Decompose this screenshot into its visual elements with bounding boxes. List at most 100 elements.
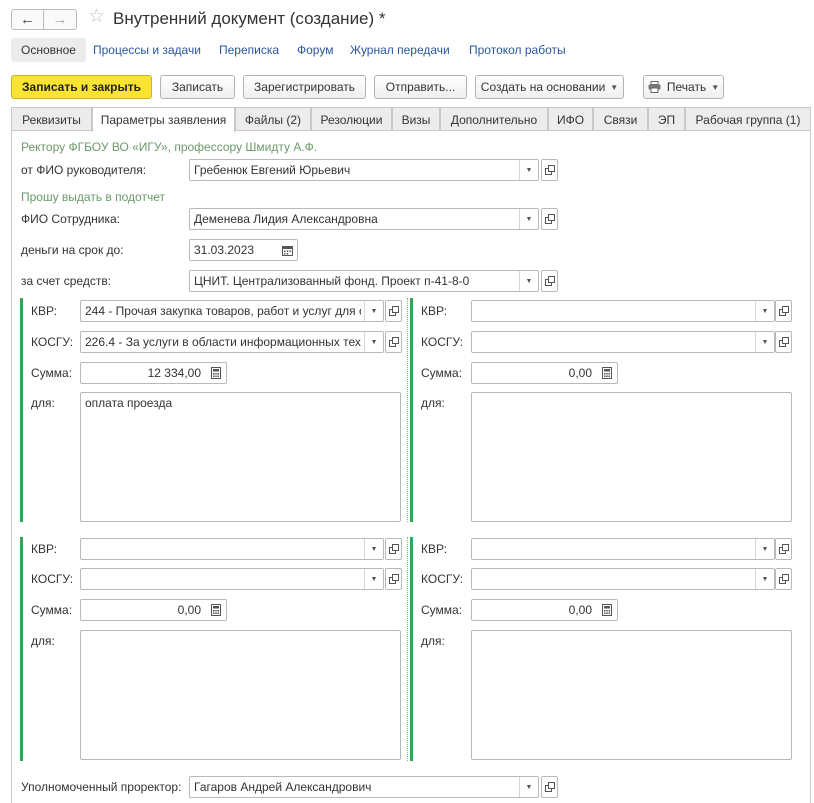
sum-value: 12 334,00 bbox=[147, 366, 201, 380]
dropdown-arrow-icon[interactable]: ▼ bbox=[364, 569, 383, 589]
favorite-star-icon[interactable]: ☆ bbox=[88, 7, 105, 26]
tab-work-group[interactable]: Рабочая группа (1) bbox=[685, 107, 811, 131]
open-kosgu-button[interactable] bbox=[775, 568, 792, 590]
from-value: Гребенюк Евгений Юрьевич bbox=[194, 163, 351, 177]
kosgu-label: КОСГУ: bbox=[421, 335, 464, 349]
for-label: для: bbox=[421, 634, 445, 648]
calculator-icon[interactable] bbox=[206, 363, 226, 383]
save-button[interactable]: Записать bbox=[160, 75, 235, 99]
open-window-icon bbox=[388, 574, 399, 584]
purpose-textarea[interactable] bbox=[471, 392, 792, 522]
dropdown-arrow-icon[interactable]: ▼ bbox=[755, 301, 774, 321]
section-link-forum[interactable]: Форум bbox=[297, 43, 333, 57]
open-kvr-button[interactable] bbox=[385, 300, 402, 322]
sum-value: 0,00 bbox=[177, 603, 201, 617]
open-kosgu-button[interactable] bbox=[385, 568, 402, 590]
section-link-correspondence[interactable]: Переписка bbox=[219, 43, 279, 57]
kosgu-label: КОСГУ: bbox=[31, 572, 74, 586]
for-label: для: bbox=[421, 396, 445, 410]
sum-field[interactable]: 0,00 bbox=[471, 362, 618, 384]
kvr-field[interactable]: ▼ bbox=[471, 538, 775, 560]
calculator-icon[interactable] bbox=[206, 600, 226, 620]
kvr-field[interactable]: ▼ bbox=[80, 538, 384, 560]
open-window-icon bbox=[778, 544, 789, 554]
section-link-processes[interactable]: Процессы и задачи bbox=[93, 43, 201, 57]
prorector-label: Уполномоченный проректор: bbox=[21, 780, 182, 794]
kvr-field[interactable]: ▼ bbox=[471, 300, 775, 322]
kosgu-field[interactable]: 226.4 - За услуги в области информационн… bbox=[80, 331, 384, 353]
open-kosgu-button[interactable] bbox=[385, 331, 402, 353]
for-label: для: bbox=[31, 396, 55, 410]
tab-request-parameters[interactable]: Параметры заявления bbox=[92, 107, 235, 132]
register-button[interactable]: Зарегистрировать bbox=[243, 75, 366, 99]
employee-field[interactable]: Деменева Лидия Александровна ▼ bbox=[189, 208, 539, 230]
section-main[interactable]: Основное bbox=[11, 38, 86, 62]
term-date-field[interactable]: 31.03.2023 bbox=[189, 239, 298, 261]
dropdown-arrow-icon[interactable]: ▼ bbox=[364, 332, 383, 352]
save-and-close-button[interactable]: Записать и закрыть bbox=[11, 75, 152, 99]
create-based-on-button[interactable]: Создать на основании ▼ bbox=[475, 75, 624, 99]
sum-value: 0,00 bbox=[568, 603, 592, 617]
purpose-textarea[interactable]: оплата проезда bbox=[80, 392, 401, 522]
kosgu-label: КОСГУ: bbox=[421, 572, 464, 586]
purpose-textarea[interactable] bbox=[471, 630, 792, 760]
tab-additional[interactable]: Дополнительно bbox=[440, 107, 548, 131]
tab-files[interactable]: Файлы (2) bbox=[235, 107, 311, 131]
addressee-text: Ректору ФГБОУ ВО «ИГУ», профессору Шмидт… bbox=[21, 140, 318, 154]
block-bar bbox=[20, 298, 23, 522]
kosgu-field[interactable]: ▼ bbox=[471, 331, 775, 353]
kosgu-field[interactable]: ▼ bbox=[80, 568, 384, 590]
dropdown-arrow-icon[interactable]: ▼ bbox=[519, 160, 538, 180]
dropdown-arrow-icon[interactable]: ▼ bbox=[519, 209, 538, 229]
dropdown-arrow-icon[interactable]: ▼ bbox=[755, 332, 774, 352]
from-field[interactable]: Гребенюк Евгений Юрьевич ▼ bbox=[189, 159, 539, 181]
open-employee-button[interactable] bbox=[541, 208, 558, 230]
dropdown-arrow-icon[interactable]: ▼ bbox=[519, 777, 538, 797]
window-title: Внутренний документ (создание) * bbox=[113, 9, 386, 28]
tab-resolutions[interactable]: Резолюции bbox=[311, 107, 392, 131]
open-prorector-button[interactable] bbox=[541, 776, 558, 798]
kosgu-value: 226.4 - За услуги в области информационн… bbox=[85, 335, 361, 349]
funds-field[interactable]: ЦНИТ. Централизованный фонд. Проект п-41… bbox=[189, 270, 539, 292]
sum-field[interactable]: 0,00 bbox=[471, 599, 618, 621]
tab-requisites[interactable]: Реквизиты bbox=[11, 107, 92, 131]
send-button[interactable]: Отправить... bbox=[374, 75, 467, 99]
open-from-button[interactable] bbox=[541, 159, 558, 181]
open-kvr-button[interactable] bbox=[775, 538, 792, 560]
back-button[interactable]: ← bbox=[11, 9, 44, 30]
kvr-field[interactable]: 244 - Прочая закупка товаров, работ и ус… bbox=[80, 300, 384, 322]
open-window-icon bbox=[778, 574, 789, 584]
tab-ifo[interactable]: ИФО bbox=[548, 107, 593, 131]
dropdown-arrow-icon[interactable]: ▼ bbox=[755, 539, 774, 559]
open-kvr-button[interactable] bbox=[775, 300, 792, 322]
sum-field[interactable]: 12 334,00 bbox=[80, 362, 227, 384]
dropdown-arrow-icon[interactable]: ▼ bbox=[364, 539, 383, 559]
open-kosgu-button[interactable] bbox=[775, 331, 792, 353]
arrow-right-icon: → bbox=[52, 11, 68, 28]
calendar-icon[interactable] bbox=[277, 240, 297, 260]
tab-ep[interactable]: ЭП bbox=[648, 107, 685, 131]
calculator-icon[interactable] bbox=[597, 363, 617, 383]
kosgu-field[interactable]: ▼ bbox=[471, 568, 775, 590]
prorector-value: Гагаров Андрей Александрович bbox=[194, 780, 372, 794]
block-bar bbox=[20, 537, 23, 761]
dropdown-arrow-icon[interactable]: ▼ bbox=[519, 271, 538, 291]
calculator-icon[interactable] bbox=[597, 600, 617, 620]
tab-visas[interactable]: Визы bbox=[392, 107, 440, 131]
kvr-label: КВР: bbox=[31, 542, 58, 556]
forward-button[interactable]: → bbox=[44, 9, 77, 30]
for-label: для: bbox=[31, 634, 55, 648]
prorector-field[interactable]: Гагаров Андрей Александрович ▼ bbox=[189, 776, 539, 798]
tab-links[interactable]: Связи bbox=[593, 107, 648, 131]
open-window-icon bbox=[544, 276, 555, 286]
section-link-work-log[interactable]: Протокол работы bbox=[469, 43, 566, 57]
open-window-icon bbox=[778, 306, 789, 316]
section-link-transfer-log[interactable]: Журнал передачи bbox=[350, 43, 450, 57]
open-funds-button[interactable] bbox=[541, 270, 558, 292]
open-kvr-button[interactable] bbox=[385, 538, 402, 560]
sum-field[interactable]: 0,00 bbox=[80, 599, 227, 621]
dropdown-arrow-icon[interactable]: ▼ bbox=[755, 569, 774, 589]
dropdown-arrow-icon[interactable]: ▼ bbox=[364, 301, 383, 321]
print-button[interactable]: Печать ▼ bbox=[643, 75, 724, 99]
purpose-textarea[interactable] bbox=[80, 630, 401, 760]
